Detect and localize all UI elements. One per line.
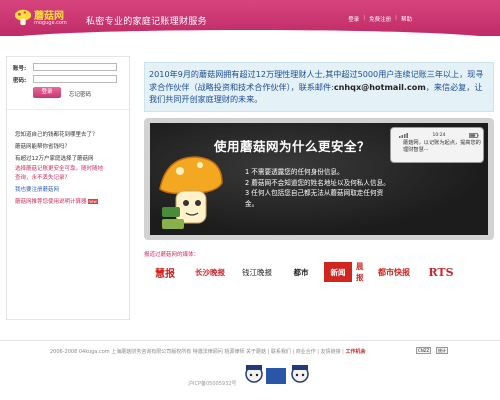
register-link[interactable]: 免费注册 xyxy=(369,15,391,23)
link-separator: | xyxy=(395,15,397,21)
footer-links: 2006-2008 04kuga.com 上海蘑菇财务咨询有限公司版权所有 特邀… xyxy=(50,348,365,355)
sidebar-links: 您知道自己的钱都花到哪里去了？ 蘑菇网能帮你省钱吗？ 有超过12万户家庭选择了蘑… xyxy=(15,129,127,208)
media-logo[interactable]: 都市快报 xyxy=(372,262,416,282)
sidebar-item-register[interactable]: 我也要注册蘑菇网 xyxy=(15,184,127,196)
login-link[interactable]: 登录 xyxy=(348,15,359,23)
media-logo[interactable]: 晨报 xyxy=(326,262,366,282)
sidebar-item-calculator[interactable]: 蘑菇网推荐您使用说明计算器 new xyxy=(15,196,127,208)
sidebar-item[interactable]: 蘑菇网能帮你省钱吗？ xyxy=(15,141,127,153)
media-section-title: 报道过蘑菇网的媒体： xyxy=(144,252,200,258)
banner-title: 使用蘑菇网为什么更安全？ xyxy=(214,139,371,154)
left-sidebar: 账号: 密码: 登录 忘记密码 您知道自己的钱都花到哪里去了？ 蘑菇网能帮你省钱… xyxy=(6,56,130,320)
link-separator: | xyxy=(363,15,366,21)
media-logo[interactable]: 长沙晚报 xyxy=(188,262,232,282)
phone-screen-bubble: 10:24 蘑菇网，以记账为起点，提高您的理财智慧··· xyxy=(390,127,484,163)
sidebar-item-label: 蘑菇网推荐您使用说明计算器 xyxy=(15,199,87,205)
sidebar-item[interactable]: 您知道自己的钱都花到哪里去了？ xyxy=(15,129,127,141)
sidebar-item[interactable]: 选择蘑菇记账更安全可靠，随时随地 xyxy=(15,165,127,174)
account-label: 账号: xyxy=(13,66,27,72)
security-banner[interactable]: 使用蘑菇网为什么更安全？ 1 不需要透露您的任何身份信息。 2 蘑菇网不会知道您… xyxy=(150,123,488,235)
media-logo[interactable]: 慧报 xyxy=(146,262,184,282)
logo-domain: moguge.com xyxy=(34,20,67,26)
account-input[interactable] xyxy=(33,63,117,71)
site-slogan: 私密专业的家庭记账理财服务 xyxy=(86,17,207,27)
announcement-box: 2010年9月的蘑菇网拥有超过12万理性理财人士,其中超过5000用户连续记账三… xyxy=(144,62,494,112)
login-button[interactable]: 登录 xyxy=(33,87,61,98)
banner-bullet: 3 任何人包括您自己都无法从蘑菇网取走任何资金。 xyxy=(245,189,384,208)
top-links: 登录 | 免费注册 | 帮助 xyxy=(348,15,412,23)
media-logo[interactable]: 都市 xyxy=(284,262,318,282)
signal-icon xyxy=(399,132,408,138)
mushroom-mascot-icon xyxy=(159,156,223,229)
phone-message: 蘑菇网，以记账为起点，提高您的理财智慧··· xyxy=(403,140,481,153)
footer-jobs-link[interactable]: 工作机会 xyxy=(345,349,365,355)
phone-time: 10:24 xyxy=(432,132,446,138)
new-badge: new xyxy=(87,199,98,204)
banner-bullets: 1 不需要透露您的任何身份信息。 2 蘑菇网不会知道您的姓名地址以及何私人信息。… xyxy=(245,167,395,209)
footer-copyright: 2006-2008 04kuga.com 上海蘑菇财务咨询有限公司版权所有 特邀… xyxy=(50,349,344,355)
sidebar-divider xyxy=(7,109,129,110)
help-link[interactable]: 帮助 xyxy=(401,15,412,23)
sidebar-item[interactable]: 有超过12万户家庭选择了蘑菇网 xyxy=(15,153,127,165)
password-label: 密码: xyxy=(13,78,27,84)
stats-badge[interactable]: 统计 xyxy=(436,347,448,354)
mushroom-logo-icon xyxy=(14,9,32,26)
sidebar-item[interactable]: 查询，永不丢失记录？ xyxy=(15,174,127,184)
footer-divider xyxy=(0,340,500,341)
banner-bullet: 2 蘑菇网不会知道您的姓名地址以及何私人信息。 xyxy=(245,178,390,187)
contact-email[interactable]: cnhqx@hotmail.com xyxy=(334,82,426,92)
media-logo[interactable]: 钱江晚报 xyxy=(236,262,278,282)
forgot-password-link[interactable]: 忘记密码 xyxy=(69,90,91,98)
site-logo[interactable]: 蘑菇网 moguge.com xyxy=(14,6,72,30)
banner-bullet: 1 不需要透露您的任何身份信息。 xyxy=(245,168,344,176)
police-mascot-icon xyxy=(245,365,309,384)
icp-license[interactable]: 沪ICP备05005932号 xyxy=(188,380,236,387)
cnzz-badge[interactable]: CNZZ xyxy=(416,347,432,354)
battery-icon xyxy=(469,132,479,138)
media-logo[interactable]: RTS xyxy=(420,262,462,282)
phone-status-bar: 10:24 xyxy=(399,132,479,138)
password-input[interactable] xyxy=(33,75,117,83)
